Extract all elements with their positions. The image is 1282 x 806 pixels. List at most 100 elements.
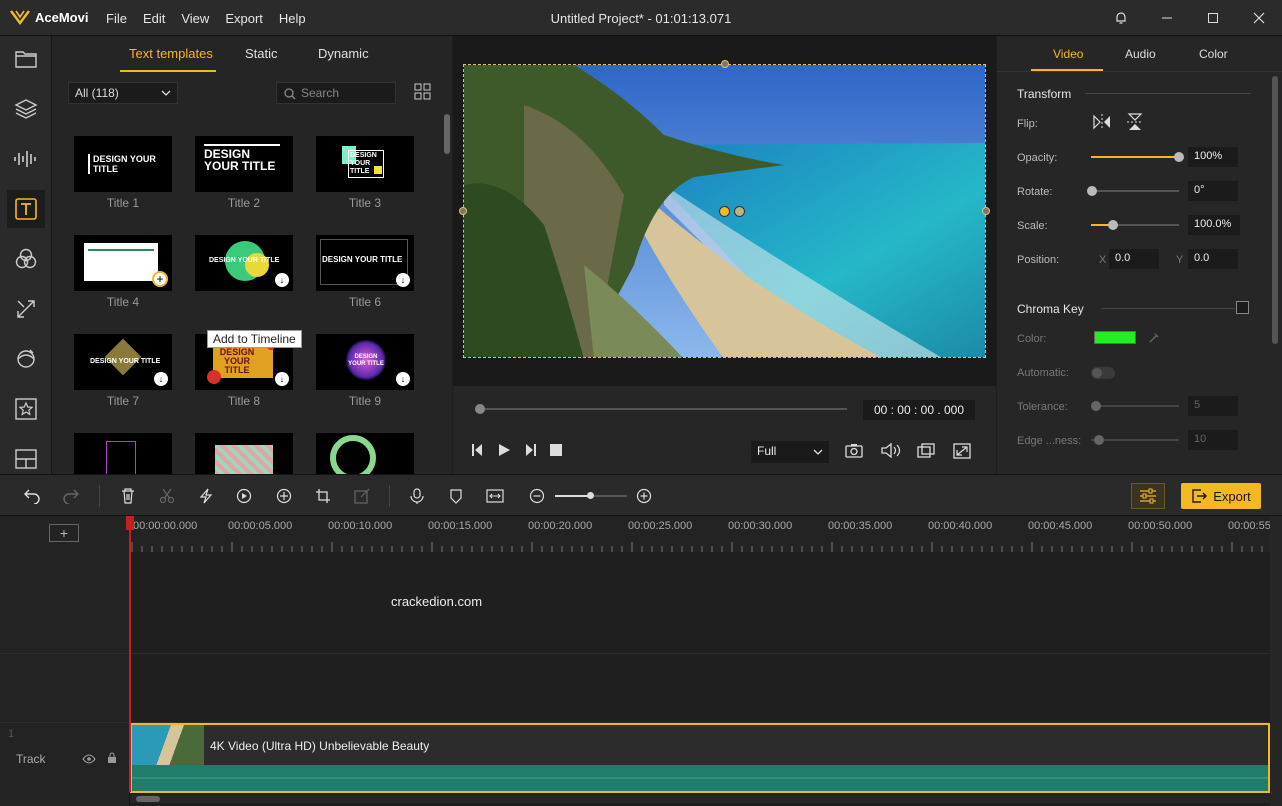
play-icon[interactable] (497, 443, 511, 460)
vertical-scrollbar[interactable] (1270, 516, 1282, 806)
resize-handle[interactable] (982, 207, 990, 215)
speed-lightning-icon[interactable] (196, 486, 216, 506)
download-icon[interactable]: ↓ (396, 273, 410, 287)
chroma-color-swatch[interactable] (1094, 331, 1136, 344)
eye-icon[interactable] (82, 753, 96, 767)
cut-icon[interactable] (157, 486, 177, 506)
scrollbar-thumb[interactable] (136, 796, 160, 802)
scale-value[interactable]: 100.0% (1188, 215, 1240, 235)
automatic-toggle[interactable] (1091, 367, 1115, 379)
templates-scrollbar[interactable] (444, 114, 450, 474)
pip-window-icon[interactable] (917, 443, 935, 461)
notification-bell-icon[interactable] (1098, 0, 1144, 36)
undo-icon[interactable] (22, 486, 42, 506)
template-thumb-9[interactable]: DESIGN YOUR TITLE ↓ (316, 334, 414, 390)
next-frame-icon[interactable] (523, 443, 537, 460)
crop-icon[interactable] (313, 486, 333, 506)
edit-icon[interactable] (352, 486, 372, 506)
export-button[interactable]: Export (1181, 483, 1261, 509)
delete-icon[interactable] (118, 486, 138, 506)
template-thumb-4[interactable]: + (74, 235, 172, 291)
add-marker-icon[interactable] (274, 486, 294, 506)
audio-waveform-icon[interactable] (7, 140, 45, 178)
text-icon[interactable] (7, 190, 45, 228)
transitions-icon[interactable] (7, 290, 45, 328)
chroma-key-checkbox[interactable] (1236, 301, 1249, 314)
tolerance-value[interactable]: 5 (1188, 396, 1238, 416)
edge-slider[interactable] (1091, 435, 1179, 445)
redo-icon[interactable] (61, 486, 81, 506)
opacity-slider[interactable] (1091, 152, 1184, 162)
anchor-handle[interactable] (719, 206, 730, 217)
microphone-icon[interactable] (407, 486, 427, 506)
add-track-button[interactable]: + (49, 524, 79, 542)
fullscreen-icon[interactable] (953, 443, 971, 462)
play-speed-icon[interactable] (235, 486, 255, 506)
resize-handle[interactable] (721, 60, 729, 68)
position-y-input[interactable]: 0.0 (1188, 249, 1238, 269)
stop-icon[interactable] (550, 444, 562, 459)
split-screen-icon[interactable] (7, 440, 45, 478)
zoom-out-icon[interactable] (527, 486, 547, 506)
edge-slider-knob[interactable] (1094, 435, 1104, 445)
menu-view[interactable]: View (181, 11, 209, 26)
previous-frame-icon[interactable] (471, 443, 485, 460)
template-thumb-2[interactable]: DESIGN YOUR TITLE (195, 136, 293, 192)
seek-slider-knob[interactable] (475, 404, 485, 414)
elements-star-icon[interactable] (7, 390, 45, 428)
tolerance-slider-knob[interactable] (1091, 401, 1101, 411)
tab-audio[interactable]: Audio (1125, 47, 1156, 61)
download-icon[interactable]: ↓ (396, 372, 410, 386)
maximize-button[interactable] (1190, 0, 1236, 36)
flip-vertical-icon[interactable] (1127, 113, 1143, 134)
template-thumb-12[interactable] (316, 433, 414, 474)
template-thumb-1[interactable]: DESIGN YOUR TITLE (74, 136, 172, 192)
time-ruler[interactable]: 00:00:00.000 00:00:05.000 00:00:10.000 0… (130, 516, 1271, 552)
template-thumb-5[interactable]: DESIGN YOUR TITLE ↓ (195, 235, 293, 291)
rotate-slider[interactable] (1087, 186, 1179, 196)
opacity-slider-knob[interactable] (1174, 152, 1184, 162)
preview-zoom-select[interactable]: Full (751, 441, 829, 463)
zoom-in-icon[interactable] (634, 486, 654, 506)
scrollbar-thumb[interactable] (444, 114, 450, 154)
search-input[interactable]: Search (276, 82, 396, 104)
eyedropper-icon[interactable] (1148, 332, 1160, 347)
timeline-settings-button[interactable] (1131, 483, 1165, 509)
minimize-button[interactable] (1144, 0, 1190, 36)
grid-view-icon[interactable] (414, 83, 432, 104)
layers-icon[interactable] (7, 90, 45, 128)
tab-static[interactable]: Static (245, 46, 278, 61)
flip-horizontal-icon[interactable] (1093, 114, 1111, 133)
tab-color[interactable]: Color (1199, 47, 1228, 61)
template-thumb-3[interactable]: DESIGN YOUR TITLE (316, 136, 414, 192)
download-icon[interactable]: ↓ (275, 273, 289, 287)
close-button[interactable] (1236, 0, 1282, 36)
tab-dynamic[interactable]: Dynamic (318, 46, 369, 61)
media-folder-icon[interactable] (7, 40, 45, 78)
playhead-handle[interactable] (126, 516, 134, 530)
template-thumb-6[interactable]: DESIGN YOUR TITLE ↓ (316, 235, 414, 291)
playhead[interactable] (126, 516, 134, 792)
scale-slider-knob[interactable] (1108, 220, 1118, 230)
tab-video[interactable]: Video (1053, 47, 1083, 61)
rotate-slider-knob[interactable] (1087, 186, 1097, 196)
scale-slider[interactable] (1091, 220, 1179, 230)
snapshot-camera-icon[interactable] (845, 443, 863, 461)
lock-icon[interactable] (107, 752, 117, 767)
timeline-zoom-knob[interactable] (587, 492, 594, 499)
menu-edit[interactable]: Edit (143, 11, 165, 26)
fit-timeline-icon[interactable] (485, 486, 505, 506)
download-icon[interactable]: ↓ (275, 372, 289, 386)
horizontal-scrollbar[interactable] (130, 795, 1270, 803)
seek-slider[interactable] (475, 404, 847, 414)
add-to-timeline-icon[interactable]: + (152, 271, 168, 287)
template-thumb-10[interactable] (74, 433, 172, 474)
volume-icon[interactable] (881, 442, 901, 461)
template-thumb-11[interactable] (195, 433, 293, 474)
properties-scrollbar[interactable] (1272, 76, 1278, 344)
menu-file[interactable]: File (106, 11, 127, 26)
download-icon[interactable]: ↓ (154, 372, 168, 386)
video-clip[interactable]: 4K Video (Ultra HD) Unbelievable Beauty (130, 723, 1270, 793)
effects-icon[interactable] (7, 340, 45, 378)
filters-icon[interactable] (7, 240, 45, 278)
